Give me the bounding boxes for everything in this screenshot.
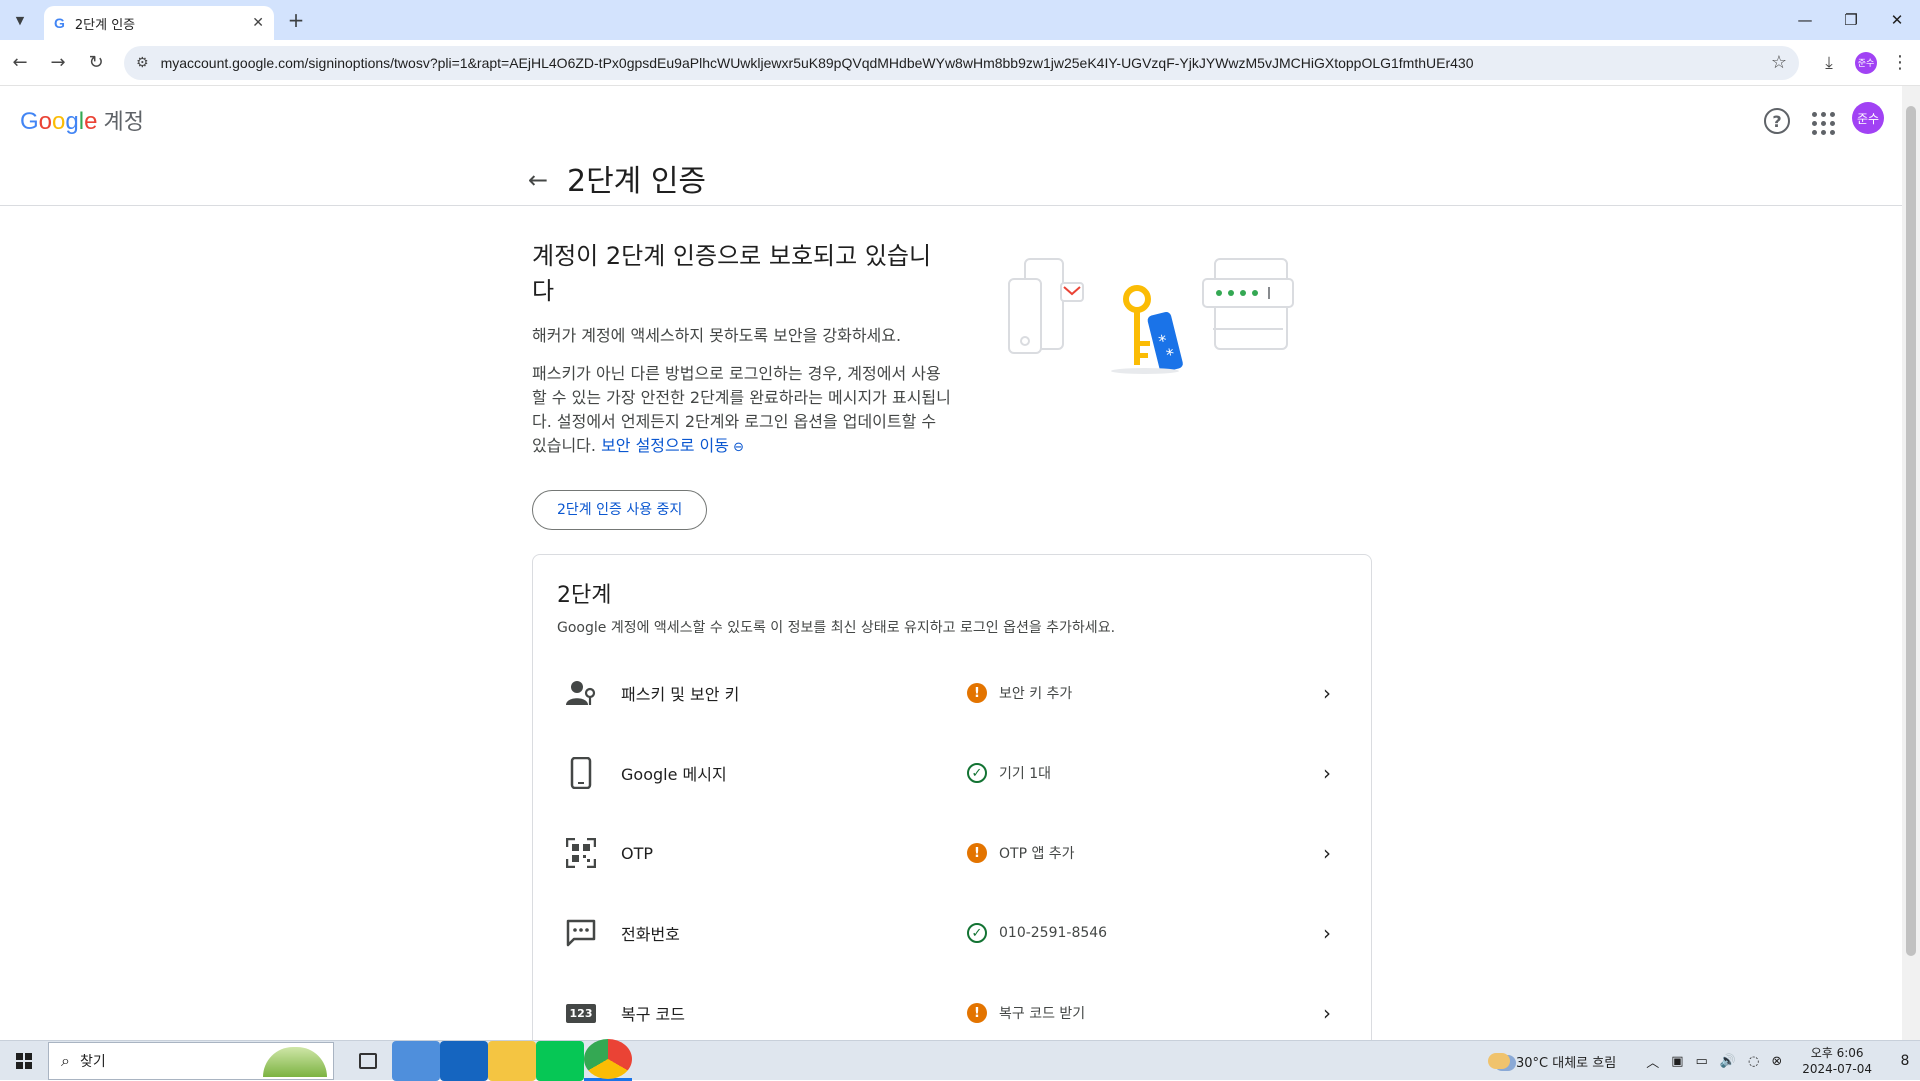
passkey-icon — [565, 677, 597, 709]
file-explorer-icon[interactable] — [488, 1040, 536, 1081]
task-view-icon[interactable] — [344, 1041, 392, 1081]
clock-date: 2024-07-04 — [1802, 1062, 1872, 1076]
card-title: 2단계 — [557, 583, 612, 608]
step-row-backup-codes[interactable]: 123 복구 코드 ! 복구 코드 받기 › — [533, 973, 1371, 1040]
account-avatar[interactable]: 준수 — [1852, 102, 1884, 134]
step-status: 기기 1대 — [999, 766, 1051, 782]
clock-time: 오후 6:06 — [1810, 1046, 1864, 1060]
account-header: Google 계정 ? 준수 ← 2단계 인증 — [0, 86, 1902, 206]
step-label: 전화번호 — [621, 925, 680, 944]
back-icon[interactable]: ← — [2, 45, 38, 81]
back-arrow-icon[interactable]: ← — [528, 166, 548, 194]
qr-code-icon — [565, 837, 597, 869]
minimize-icon[interactable]: — — [1782, 0, 1828, 40]
step-status: 복구 코드 받기 — [999, 1006, 1086, 1022]
tab-close-icon[interactable]: ✕ — [252, 15, 264, 31]
warning-icon: ! — [967, 843, 987, 863]
second-steps-card: 2단계 Google 계정에 액세스할 수 있도록 이 정보를 최신 상태로 유… — [532, 554, 1372, 1040]
step-row-otp[interactable]: OTP ! OTP 앱 추가 › — [533, 813, 1371, 893]
google-favicon-icon: G — [54, 15, 65, 31]
system-tray: 30°C 대체로 흐림 ︿ ▣ ▭ 🔊 ◌ ⊗ 오후 6:06 2024-07-… — [1488, 1041, 1920, 1081]
security-illustration: * * — [1008, 258, 1294, 374]
recovery-code-icon: 123 — [565, 997, 597, 1029]
step-label: 패스키 및 보안 키 — [621, 685, 740, 704]
chevron-right-icon: › — [1323, 921, 1331, 945]
card-description: Google 계정에 액세스할 수 있도록 이 정보를 최신 상태로 유지하고 … — [557, 620, 1116, 636]
warning-icon: ! — [967, 1003, 987, 1023]
hero-section: 계정이 2단계 인증으로 보호되고 있습니다 해커가 계정에 액세스하지 못하도… — [532, 236, 952, 530]
search-placeholder: 찾기 — [79, 1053, 106, 1070]
network-icon[interactable]: ◌ — [1748, 1054, 1759, 1069]
tab-strip: ▼ G 2단계 인증 ✕ + — ❐ ✕ — [0, 0, 1920, 40]
download-icon[interactable]: ⤓ — [1811, 53, 1847, 73]
forward-icon[interactable]: → — [40, 45, 76, 81]
restore-icon[interactable]: ❐ — [1828, 0, 1874, 40]
page-content: Google 계정 ? 준수 ← 2단계 인증 계정이 2단계 인증으로 보호되고… — [0, 86, 1902, 1040]
battery-icon[interactable]: ▭ — [1696, 1054, 1708, 1069]
taskbar-clock[interactable]: 오후 6:06 2024-07-04 — [1802, 1045, 1872, 1077]
page-scrollbar[interactable] — [1902, 86, 1920, 1040]
tab-title: 2단계 인증 — [74, 17, 136, 33]
url-text[interactable]: myaccount.google.com/signinoptions/twosv… — [161, 55, 1771, 71]
step-row-phone-number[interactable]: 전화번호 ✓ 010-2591-8546 › — [533, 893, 1371, 973]
notification-icon[interactable]: 8 — [1890, 1046, 1920, 1076]
weather-text[interactable]: 30°C 대체로 흐림 — [1516, 1052, 1616, 1071]
bookmark-star-icon[interactable]: ☆ — [1771, 52, 1787, 73]
check-circle-icon: ✓ — [967, 923, 987, 943]
step-status: 보안 키 추가 — [999, 686, 1073, 702]
step-row-passkeys[interactable]: 패스키 및 보안 키 ! 보안 키 추가 › — [533, 653, 1371, 733]
chevron-right-icon: › — [1323, 761, 1331, 785]
warning-icon: ! — [967, 683, 987, 703]
scrollbar-thumb[interactable] — [1906, 106, 1916, 956]
search-highlight-image — [263, 1046, 327, 1077]
page-title: 2단계 인증 — [567, 164, 707, 199]
step-status: 010-2591-8546 — [999, 925, 1108, 941]
windows-start-icon[interactable] — [0, 1041, 48, 1081]
chevron-right-icon: › — [1323, 1001, 1331, 1025]
check-circle-icon: ✓ — [967, 763, 987, 783]
line-app-icon[interactable] — [536, 1040, 584, 1081]
security-settings-link[interactable]: 보안 설정으로 이동 — [601, 436, 729, 455]
tab-search-dropdown-icon[interactable]: ▼ — [6, 6, 34, 34]
step-row-google-prompt[interactable]: Google 메시지 ✓ 기기 1대 › — [533, 733, 1371, 813]
tab-active[interactable]: G 2단계 인증 ✕ — [44, 6, 274, 40]
sms-icon — [565, 917, 597, 949]
hero-body: 패스키가 아닌 다른 방법으로 로그인하는 경우, 계정에서 사용할 수 있는 … — [532, 364, 951, 455]
browser-profile-avatar[interactable]: 준수 — [1855, 51, 1877, 74]
weather-icon[interactable] — [1488, 1053, 1511, 1069]
phone-icon — [565, 757, 597, 789]
address-bar[interactable]: ⚙ myaccount.google.com/signinoptions/two… — [124, 45, 1799, 80]
status-icon[interactable]: ⊗ — [1771, 1054, 1782, 1069]
reload-icon[interactable]: ↻ — [78, 45, 114, 81]
store-icon[interactable] — [440, 1040, 488, 1081]
chrome-taskbar-icon[interactable] — [584, 1039, 632, 1081]
browser-menu-icon[interactable]: ⋮ — [1885, 52, 1915, 73]
hero-subtitle: 해커가 계정에 액세스하지 못하도록 보안을 강화하세요. — [532, 326, 902, 345]
hero-title: 계정이 2단계 인증으로 보호되고 있습니다 — [532, 242, 932, 305]
chevron-up-icon[interactable]: ︿ — [1646, 1052, 1659, 1071]
chevron-right-icon: › — [1323, 841, 1331, 865]
turn-off-2sv-button[interactable]: 2단계 인증 사용 중지 — [532, 490, 708, 530]
windows-taskbar: ⌕ 찾기 30°C 대체로 흐림 ︿ ▣ ▭ 🔊 ◌ ⊗ 오후 6:06 202… — [0, 1039, 1920, 1081]
new-tab-button[interactable]: + — [282, 6, 310, 34]
step-status: OTP 앱 추가 — [999, 846, 1075, 862]
close-window-icon[interactable]: ✕ — [1874, 0, 1920, 40]
google-account-logo[interactable]: Google 계정 — [20, 104, 144, 136]
site-info-icon[interactable]: ⚙ — [136, 55, 149, 71]
volume-icon[interactable]: 🔊 — [1720, 1054, 1736, 1069]
step-label: 복구 코드 — [621, 1005, 685, 1024]
browser-toolbar: ← → ↻ ⚙ myaccount.google.com/signinoptio… — [0, 40, 1920, 86]
tray-app-icon[interactable]: ▣ — [1671, 1054, 1683, 1069]
step-label: Google 메시지 — [621, 765, 727, 784]
product-name: 계정 — [103, 110, 144, 135]
help-icon[interactable]: ? — [1764, 108, 1790, 134]
step-label: OTP — [621, 843, 654, 863]
app-icon-blue[interactable] — [392, 1040, 440, 1081]
window-controls: — ❐ ✕ — [1782, 0, 1920, 40]
chevron-right-icon: › — [1323, 681, 1331, 705]
link-icon: ⊖ — [729, 440, 745, 455]
search-icon: ⌕ — [61, 1050, 70, 1070]
google-apps-icon[interactable] — [1808, 108, 1835, 135]
taskbar-search-box[interactable]: ⌕ 찾기 — [48, 1041, 334, 1080]
